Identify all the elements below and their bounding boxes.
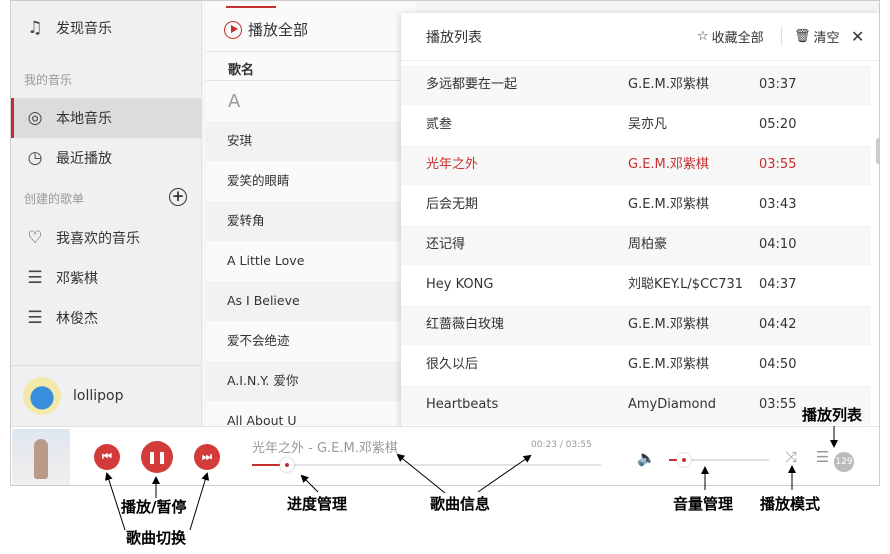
annotation-switch: 歌曲切换	[126, 529, 187, 547]
annotation-progress: 进度管理	[287, 495, 348, 513]
annotation-mode: 播放模式	[760, 495, 821, 513]
annotation-arrows	[105, 426, 838, 531]
annotation-info: 歌曲信息	[430, 495, 491, 513]
annotation-playlist: 播放列表	[802, 406, 863, 424]
annotation-play-pause: 播放/暂停	[121, 498, 187, 516]
annotation-volume: 音量管理	[673, 495, 734, 513]
